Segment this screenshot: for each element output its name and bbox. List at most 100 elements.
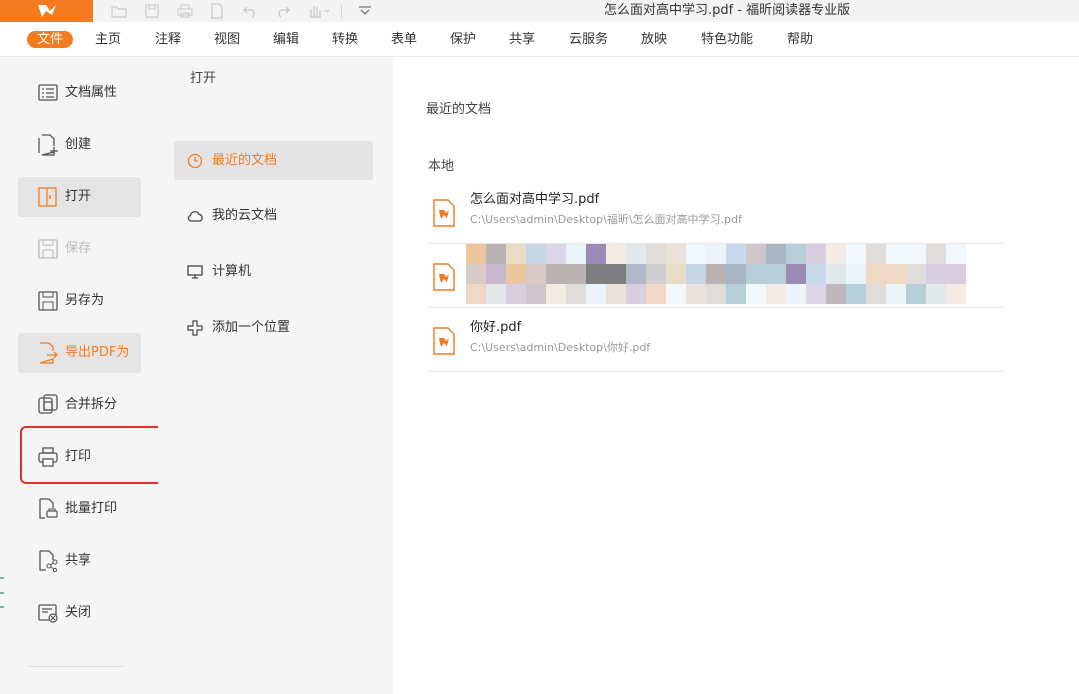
nav-create[interactable]: 创建: [18, 125, 141, 165]
sidebar-edge-marks: [0, 575, 4, 611]
nav-merge-split[interactable]: 合并拆分: [18, 385, 141, 425]
menu-convert[interactable]: 转换: [332, 31, 358, 48]
nav-document-properties[interactable]: 文档属性: [18, 73, 141, 113]
redaction-pixel: [626, 244, 646, 264]
option-label: 计算机: [212, 263, 252, 279]
redaction-pixel: [546, 264, 566, 284]
nav-label: 关闭: [65, 605, 92, 620]
title-bar: 怎么面对高中学习.pdf - 福昕阅读器专业版: [0, 0, 1079, 22]
redaction-pixel: [466, 244, 486, 264]
redaction-pixel: [846, 284, 866, 304]
redaction-pixel: [886, 244, 906, 264]
dropdown-icon[interactable]: [356, 2, 374, 20]
nav-close[interactable]: 关闭: [18, 593, 141, 633]
redaction-pixel: [526, 244, 546, 264]
redaction-pixel: [626, 284, 646, 304]
nav-open[interactable]: 打开: [18, 177, 141, 217]
hand-icon[interactable]: [306, 2, 332, 20]
window-title: 怎么面对高中学习.pdf - 福昕阅读器专业版: [604, 3, 851, 18]
share-icon: [39, 550, 58, 572]
recent-documents-panel: [393, 58, 1079, 694]
cloud-icon: [187, 210, 203, 222]
redaction-pixel: [826, 244, 846, 264]
option-recent-documents[interactable]: 最近的文档: [174, 141, 373, 180]
merge-split-icon: [38, 394, 58, 414]
nav-label: 另存为: [65, 293, 105, 308]
clock-icon: [187, 153, 203, 168]
redaction-pixel: [946, 264, 966, 284]
redaction-pixel: [486, 264, 506, 284]
open-icon[interactable]: [110, 2, 128, 20]
redaction-pixel: [646, 264, 666, 284]
save-icon[interactable]: [143, 2, 161, 20]
redaction-pixel: [606, 264, 626, 284]
menu-comment[interactable]: 注释: [155, 31, 181, 48]
redaction-pixel: [726, 284, 746, 304]
file-name: 怎么面对高中学习.pdf: [470, 192, 600, 207]
menu-protect[interactable]: 保护: [450, 31, 476, 48]
menu-present[interactable]: 放映: [641, 31, 667, 48]
redaction-pixel: [946, 244, 966, 264]
close-icon: [38, 604, 58, 623]
nav-save[interactable]: 保存: [18, 229, 141, 269]
option-cloud-documents[interactable]: 我的云文档: [174, 196, 373, 235]
toolbar-separator: [341, 5, 342, 18]
nav-label: 批量打印: [65, 501, 118, 516]
redaction-pixel: [686, 244, 706, 264]
option-label: 添加一个位置: [212, 319, 291, 335]
nav-export-pdf[interactable]: 导出PDF为: [18, 333, 141, 373]
redaction-pixel: [646, 284, 666, 304]
pdf-file-icon: [433, 263, 455, 291]
recent-file-row[interactable]: 你好.pdf C:\Users\admin\Desktop\你好.pdf: [428, 308, 1004, 372]
redo-icon[interactable]: [274, 2, 292, 20]
redaction-pixel: [726, 264, 746, 284]
open-icon: [38, 187, 57, 207]
redaction-pixel: [726, 244, 746, 264]
nav-label: 保存: [65, 241, 92, 256]
option-label: 最近的文档: [212, 152, 278, 168]
batch-print-icon: [39, 498, 58, 519]
file-name: 你好.pdf: [470, 320, 522, 335]
menu-help[interactable]: 帮助: [787, 31, 813, 48]
menu-form[interactable]: 表单: [391, 31, 417, 48]
menu-bar: 文件 主页 注释 视图 编辑 转换 表单 保护 共享 云服务 放映 特色功能 帮…: [0, 22, 1079, 57]
redaction-pixel: [526, 284, 546, 304]
properties-icon: [38, 84, 58, 101]
redaction-pixel: [766, 244, 786, 264]
menu-features[interactable]: 特色功能: [701, 31, 753, 48]
redaction-pixel: [486, 244, 506, 264]
nav-batch-print[interactable]: 批量打印: [18, 489, 141, 529]
menu-view[interactable]: 视图: [214, 31, 240, 48]
nav-label: 共享: [65, 553, 92, 568]
option-add-location[interactable]: 添加一个位置: [174, 308, 373, 347]
new-icon[interactable]: [208, 2, 226, 20]
redaction-pixel: [926, 244, 946, 264]
pixelated-redaction: [466, 244, 966, 306]
redaction-pixel: [666, 244, 686, 264]
redaction-pixel: [686, 264, 706, 284]
menu-home[interactable]: 主页: [95, 31, 121, 48]
redaction-pixel: [786, 264, 806, 284]
pdf-file-icon: [433, 327, 455, 355]
menu-share[interactable]: 共享: [509, 31, 535, 48]
redaction-pixel: [506, 284, 526, 304]
app-logo[interactable]: [0, 0, 93, 22]
redaction-pixel: [886, 284, 906, 304]
option-computer[interactable]: 计算机: [174, 252, 373, 291]
redaction-pixel: [826, 284, 846, 304]
menu-edit[interactable]: 编辑: [273, 31, 299, 48]
menu-cloud[interactable]: 云服务: [569, 31, 608, 48]
nav-share[interactable]: 共享: [18, 541, 141, 581]
redaction-pixel: [946, 284, 966, 304]
recent-file-row[interactable]: 怎么面对高中学习.pdf C:\Users\admin\Desktop\福昕\怎…: [428, 180, 1004, 244]
menu-file[interactable]: 文件: [27, 31, 74, 48]
nav-label: 导出PDF为: [65, 345, 130, 360]
add-icon: [187, 319, 203, 336]
redaction-pixel: [646, 244, 666, 264]
redaction-pixel: [566, 284, 586, 304]
local-heading: 本地: [428, 159, 455, 174]
redaction-pixel: [526, 264, 546, 284]
nav-save-as[interactable]: 另存为: [18, 281, 141, 321]
undo-icon[interactable]: [241, 2, 259, 20]
print-icon[interactable]: [176, 2, 194, 20]
